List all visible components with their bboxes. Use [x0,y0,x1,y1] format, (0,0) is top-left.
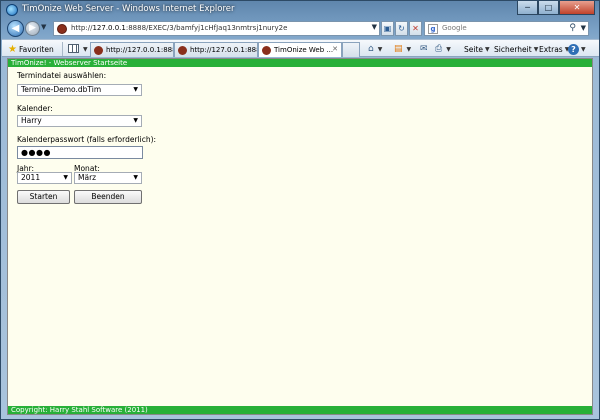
safety-menu-label: Sicherheit [494,44,532,54]
safety-menu[interactable]: Sicherheit ▼ [494,42,538,56]
star-icon: ★ [8,43,17,55]
close-button[interactable]: ✕ [559,1,595,15]
calendar-select[interactable]: Harry ▼ [17,115,142,127]
password-label: Kalenderpasswort (falls erforderlich): [17,135,157,144]
history-dropdown-icon[interactable]: ▼ [41,23,46,31]
page-menu[interactable]: Seite ▼ [464,42,490,56]
window-title: TimOnize Web Server - Windows Internet E… [22,4,235,14]
maximize-button[interactable]: □ [538,1,559,15]
dropdown-arrow-icon: ▼ [133,174,138,181]
month-select-value: März [78,173,97,182]
browser-window: TimOnize Web Server - Windows Internet E… [0,0,600,420]
page-menu-label: Seite [464,44,484,54]
mail-icon: ✉ [420,44,428,54]
year-select[interactable]: 2011 ▼ [17,172,72,184]
mail-button[interactable]: ✉ [420,42,430,56]
tab-1[interactable]: http://127.0.0.1:888... [90,42,174,57]
address-bar[interactable]: http://127.0.0.1:8888/EXEC/3/bamfyj1cHfJ… [53,21,380,36]
page-content: TimOnize! - Webserver Startseite Termind… [7,58,593,415]
google-logo-icon: g [428,24,438,34]
password-field[interactable]: ●●●● [17,146,143,159]
tab-favicon-icon [262,45,271,55]
quick-tabs-icon[interactable] [68,44,79,53]
help-menu[interactable]: ? ▼ [568,42,586,56]
end-button[interactable]: Beenden [74,190,142,204]
rss-icon: ▤ [394,44,403,54]
separator [62,42,63,56]
address-url[interactable]: http://127.0.0.1:8888/EXEC/3/bamfyj1cHfJ… [71,24,361,32]
print-button[interactable]: ⎙ ▼ [435,42,451,56]
file-select[interactable]: Termine-Demo.dbTim ▼ [17,84,142,96]
address-dropdown-icon[interactable]: ▼ [372,23,377,31]
refresh-icon[interactable]: ↻ [395,21,408,36]
back-button[interactable]: ◀ [7,20,24,37]
search-box[interactable]: g Google ⚲ ▼ [424,21,589,36]
tab-2[interactable]: http://127.0.0.1:888... [174,42,258,57]
dropdown-arrow-icon: ▼ [133,86,138,93]
tab-label: http://127.0.0.1:888... [190,46,257,54]
site-favicon-icon [57,24,67,34]
forward-button[interactable]: ▶ [25,21,40,36]
page-header: TimOnize! - Webserver Startseite [8,59,592,67]
extras-menu-label: Extras [539,44,563,54]
dropdown-arrow-icon: ▼ [133,117,138,124]
favorites-button[interactable]: ★ Favoriten [8,42,54,56]
tab-favicon-icon [178,45,187,55]
tab-list-dropdown[interactable]: ▼ [81,42,88,56]
tab-3-active[interactable]: TimOnize Web ... ✕ [258,42,342,57]
file-select-value: Termine-Demo.dbTim [21,85,102,94]
ie-logo-icon [6,4,18,16]
command-bar: ★ Favoriten ▼ http://127.0.0.1:888... ht… [2,39,599,57]
calendar-label: Kalender: [17,104,53,113]
title-bar: TimOnize Web Server - Windows Internet E… [1,1,599,19]
close-tab-icon[interactable]: ✕ [332,45,338,53]
year-select-value: 2011 [21,173,41,182]
month-select[interactable]: März ▼ [74,172,142,184]
start-button[interactable]: Starten [17,190,70,204]
extras-menu[interactable]: Extras▼ [539,42,569,56]
favorites-label: Favoriten [18,44,54,54]
dropdown-arrow-icon: ▼ [63,174,68,181]
minimize-button[interactable]: ─ [517,1,538,15]
home-button[interactable]: ⌂ ▼ [368,42,382,56]
search-icon[interactable]: ⚲ [569,23,576,33]
file-label: Termindatei auswählen: [17,71,107,80]
home-icon: ⌂ [368,44,374,54]
new-tab-button[interactable] [342,42,360,57]
search-dropdown-icon[interactable]: ▼ [581,24,586,32]
navigation-row: ◀ ▶ ▼ http://127.0.0.1:8888/EXEC/3/bamfy… [1,19,599,39]
tab-favicon-icon [94,45,103,55]
stop-icon[interactable]: ✕ [409,21,422,36]
help-icon: ? [568,43,579,55]
search-input[interactable]: Google [442,24,467,32]
tab-label: http://127.0.0.1:888... [106,46,173,54]
feeds-button[interactable]: ▤ ▼ [394,42,411,56]
page-footer: Copyright: Harry Stahl Software (2011) [8,406,592,414]
compatibility-view-icon[interactable]: ▣ [381,21,394,36]
tab-label: TimOnize Web ... [274,46,334,54]
calendar-select-value: Harry [21,116,42,125]
print-icon: ⎙ [435,44,443,54]
window-controls: ─ □ ✕ [517,1,595,15]
